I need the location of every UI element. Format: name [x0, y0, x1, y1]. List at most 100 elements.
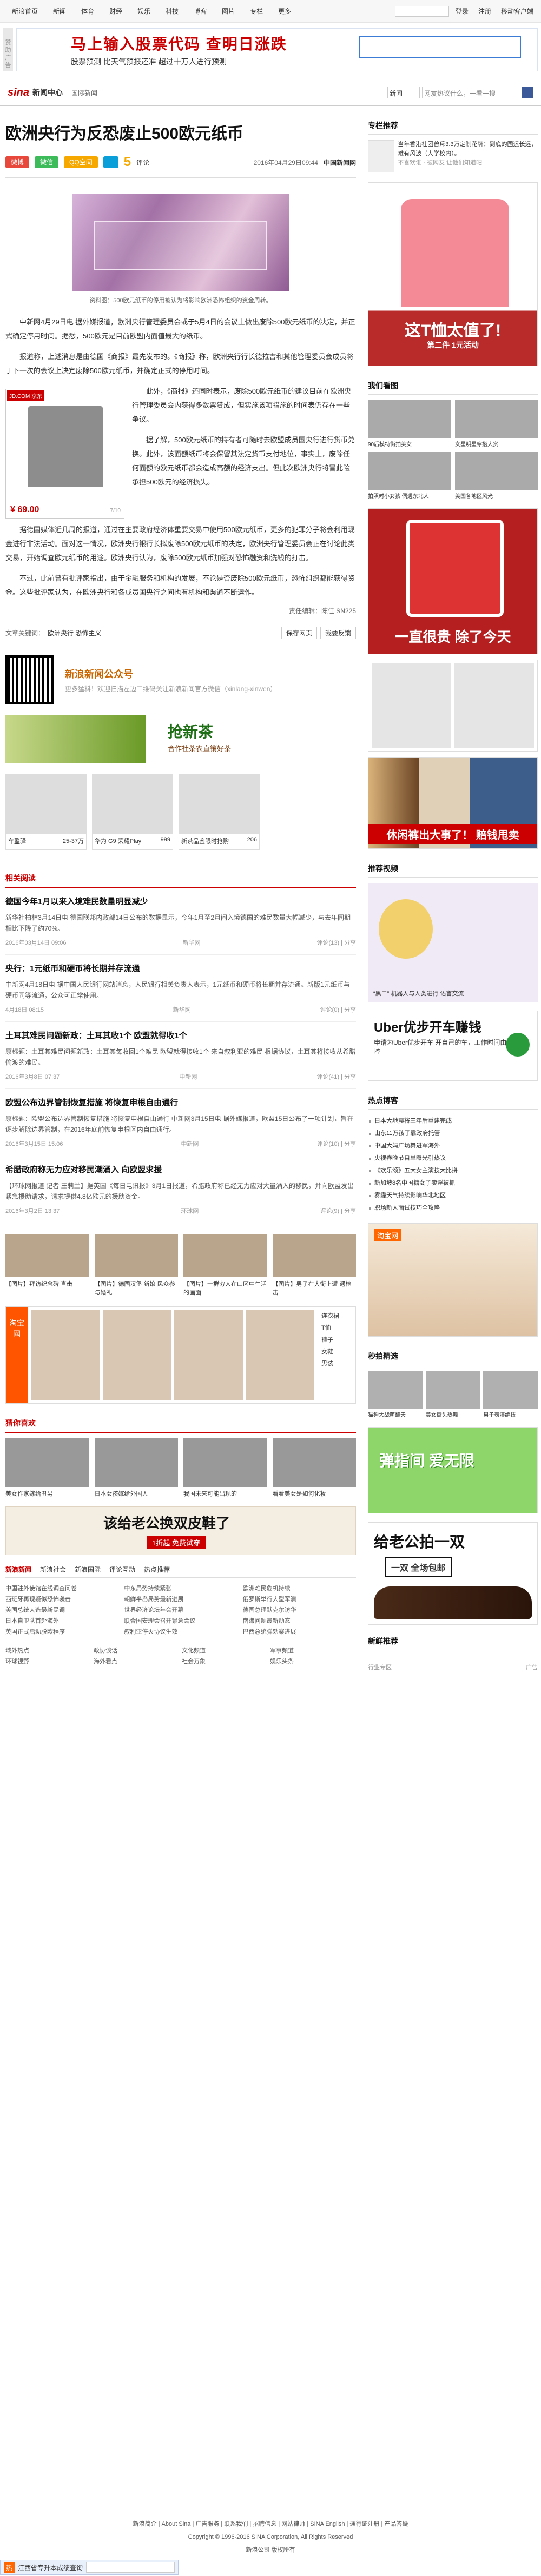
related-title[interactable]: 土耳其难民问题新政：土耳其收1个 欧盟就得收1个 [5, 1030, 356, 1041]
hot-item[interactable]: 中国大妈广场舞进军海外 [368, 1140, 538, 1152]
product-card[interactable]: 新茶品鉴限时抢购 206 [179, 774, 260, 850]
related-comments[interactable]: 评论(13) | 分享 [316, 938, 356, 947]
thumb[interactable]: 【图片】拜访纪念碑 直击 [5, 1234, 89, 1297]
hot-item[interactable]: 雾霾天气持续影响华北地区 [368, 1190, 538, 1202]
footer-grid-link[interactable]: 海外看点 [94, 1657, 180, 1665]
feedback-button[interactable]: 我要反馈 [320, 627, 356, 639]
recommend-item[interactable]: 美女作家嫁给丑男 [5, 1438, 89, 1498]
related-title[interactable]: 央行：1元纸币和硬币将长期并存流通 [5, 962, 356, 974]
related-title[interactable]: 欧盟公布边界管制恢复措施 将恢复申根自由通行 [5, 1097, 356, 1108]
share-weixin-button[interactable]: 微信 [35, 156, 59, 168]
recommend-item[interactable]: 我国未来可能出现的 [183, 1438, 267, 1498]
taobao-cat[interactable]: 裤子 [321, 1334, 352, 1346]
link[interactable]: 英国正式启动脱欧程序 [5, 1626, 118, 1637]
phone-ad[interactable] [368, 660, 538, 752]
hot-item[interactable]: 职场新人面试技巧全攻略 [368, 1202, 538, 1214]
nav-column[interactable]: 专栏 [242, 0, 270, 23]
taobao-cat[interactable]: 连衣裙 [321, 1310, 352, 1322]
share-more-icon[interactable] [103, 156, 118, 168]
related-comments[interactable]: 评论(9) | 分享 [320, 1206, 356, 1215]
nav-finance[interactable]: 财经 [102, 0, 130, 23]
footer-grid-link[interactable]: 域外热点 [5, 1646, 91, 1655]
share-weibo-button[interactable]: 微博 [5, 156, 30, 168]
nav-news[interactable]: 新闻 [45, 0, 74, 23]
float-text[interactable]: 江西省专升本成绩查询 [18, 2563, 83, 2572]
thumb[interactable]: 【图片】男子在大街上遭 遇枪击 [272, 1234, 356, 1297]
news-center-logo[interactable]: 新闻中心 [32, 87, 63, 98]
link[interactable]: 俄罗斯举行大型军演 [243, 1594, 356, 1605]
taobao-product[interactable] [246, 1310, 314, 1400]
comment-label[interactable]: 评论 [136, 158, 149, 167]
jd-product-ad[interactable]: JD.COM 京东 ¥ 69.00 7/10 [5, 389, 124, 519]
register-link[interactable]: 注册 [475, 6, 494, 16]
article-source[interactable]: 中国新闻网 [324, 158, 356, 167]
link[interactable]: 中东局势持续紧张 [124, 1583, 237, 1594]
hot-item[interactable]: 《欢乐颂》五大女主演技大比拼 [368, 1165, 538, 1177]
taobao-ad[interactable]: 淘宝网 连衣裙 T恤 裤子 女鞋 男装 [5, 1306, 356, 1404]
footer-grid-link[interactable]: 娱乐头条 [270, 1657, 356, 1665]
tshirt-ad[interactable]: 这T恤太值了! 第二件 1元活动 [368, 182, 538, 366]
tab-sina-news[interactable]: 新浪新闻 [5, 1565, 31, 1574]
industry-zone[interactable]: 行业专区 [368, 1663, 392, 1671]
hot-item[interactable]: 山东11万孩子靠政府托管 [368, 1127, 538, 1140]
footer-grid-link[interactable]: 军事频道 [270, 1646, 356, 1655]
related-title[interactable]: 希腊政府称无力应对移民潮涌入 向欧盟求援 [5, 1164, 356, 1175]
float-search-input[interactable] [86, 2562, 175, 2573]
save-page-button[interactable]: 保存网页 [281, 627, 317, 639]
red-shirt-ad[interactable]: 一直很贵 除了今天 [368, 508, 538, 654]
nav-blog[interactable]: 博客 [186, 0, 214, 23]
link[interactable]: 巴西总统弹劾案进展 [243, 1626, 356, 1637]
tab-comments[interactable]: 评论互动 [109, 1565, 135, 1574]
thumb[interactable]: 【图片】德国汉堡 新娘 民众参与婚礼 [94, 1234, 178, 1297]
related-title[interactable]: 德国今年1月以来入境难民数量明显减少 [5, 895, 356, 907]
link[interactable]: 南海问题最新动态 [243, 1616, 356, 1626]
top-search-input[interactable] [394, 5, 449, 17]
nav-tech[interactable]: 科技 [158, 0, 186, 23]
footer-grid-link[interactable]: 文化频道 [182, 1646, 268, 1655]
look-item[interactable]: 90后模特街拍美女 [368, 400, 451, 448]
footer-grid-link[interactable]: 政协谈话 [94, 1646, 180, 1655]
link[interactable]: 世界经济论坛年会开幕 [124, 1605, 237, 1616]
thumb[interactable]: 【图片】一群穷人在山区中生活的画面 [183, 1234, 267, 1297]
taobao-cat[interactable]: T恤 [321, 1322, 352, 1334]
search-category-select[interactable]: 新闻 [387, 87, 420, 98]
link[interactable]: 德国总理默克尔访华 [243, 1605, 356, 1616]
rec-item[interactable]: 当年香港社团曾斥3.3万定制花牌：到底的国运长远，难有风波（大学校内）。 不喜欢… [368, 140, 538, 172]
product-card[interactable]: 车盈驿 25-37万 [5, 774, 87, 850]
nav-sports[interactable]: 体育 [74, 0, 102, 23]
arrow-right-icon[interactable] [506, 1033, 530, 1057]
recommend-item[interactable]: 看看美女是如何化妆 [272, 1438, 356, 1498]
hot-item[interactable]: 日本大地震将三年后重建完成 [368, 1115, 538, 1127]
mobile-client-link[interactable]: 移动客户端 [498, 6, 537, 16]
product-card[interactable]: 华为 G9 荣耀Play 999 [92, 774, 173, 850]
hot-item[interactable]: 新加坡8名中国籍女子卖淫被抓 [368, 1177, 538, 1190]
stock-ad[interactable]: 马上输入股票代码 查明日涨跌 股票预测 比天气预报还准 超过十万人进行预测 [16, 28, 538, 71]
sina-logo[interactable]: sina [8, 87, 29, 99]
shoe-ad[interactable]: 该给老公换双皮鞋了 1折起 免费试穿 [5, 1506, 356, 1555]
look-item[interactable]: 女星明星穿搭大赏 [455, 400, 538, 448]
nav-photo[interactable]: 图片 [214, 0, 242, 23]
link[interactable]: 欧洲难民危机持续 [243, 1583, 356, 1594]
footer-links[interactable]: 新浪简介 | About Sina | 广告服务 | 联系我们 | 招聘信息 |… [0, 2518, 541, 2531]
taobao-product[interactable] [174, 1310, 243, 1400]
link[interactable]: 叙利亚停火协议生效 [124, 1626, 237, 1637]
look-item[interactable]: 拍照时小女孩 偶遇东北人 [368, 452, 451, 500]
footer-grid-link[interactable]: 社会万象 [182, 1657, 268, 1665]
comment-count[interactable]: 5 [124, 155, 131, 170]
pants-ad[interactable]: 休闲裤出大事了！ 赔钱甩卖 [368, 757, 538, 849]
taobao-side-ad[interactable]: 淘宝网 [368, 1223, 538, 1337]
husband-shoe-ad[interactable]: 给老公拍一双 一双 全场包邮 [368, 1522, 538, 1625]
keywords-link[interactable]: 欧洲央行 恐怖主义 [48, 628, 101, 638]
search-icon[interactable] [522, 87, 533, 98]
tea-ad[interactable]: 抢新茶 合作社茶农直销好茶 [5, 715, 356, 763]
related-comments[interactable]: 评论(10) | 分享 [316, 1139, 356, 1148]
link[interactable]: 朝鲜半岛局势最新进展 [124, 1594, 237, 1605]
tab-social[interactable]: 新浪社会 [40, 1565, 66, 1574]
hot-item[interactable]: 央视春晚节目单曝光引热议 [368, 1152, 538, 1165]
breadcrumb[interactable]: 国际新闻 [71, 88, 97, 97]
taobao-product[interactable] [31, 1310, 100, 1400]
tab-hot[interactable]: 热点推荐 [144, 1565, 170, 1574]
grab-item[interactable]: 猫狗大战萌翻天 [368, 1371, 423, 1418]
nav-ent[interactable]: 娱乐 [130, 0, 158, 23]
video-item[interactable]: “黑二” 机器人与人类进行 语言交流 [368, 883, 538, 1002]
